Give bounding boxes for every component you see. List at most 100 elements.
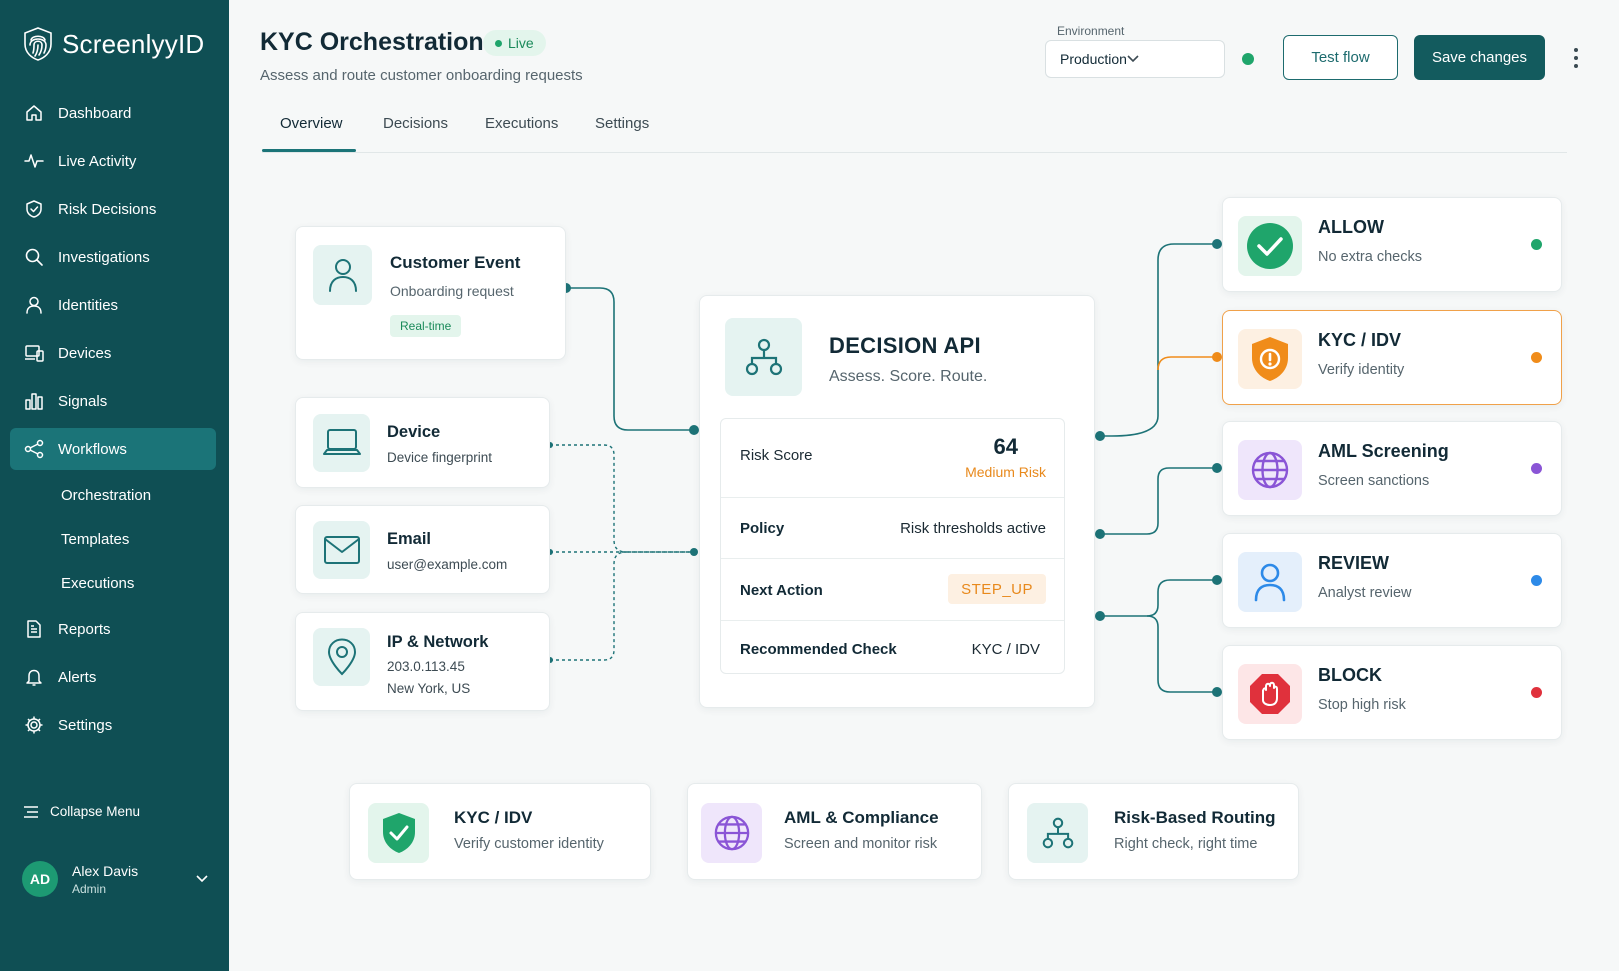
outcome-block-card[interactable]: BLOCK Stop high risk <box>1222 645 1562 740</box>
connector-port <box>1212 463 1222 473</box>
card-title: Customer Event <box>390 253 521 272</box>
risk-level: Medium Risk <box>965 464 1046 480</box>
sidebar-item-investigations[interactable]: Investigations <box>10 236 216 278</box>
sidebar-item-identities[interactable]: Identities <box>10 284 216 326</box>
card-title: Email <box>387 530 432 548</box>
outcome-status-dot <box>1531 239 1542 250</box>
signals-icon <box>24 391 44 411</box>
outcome-title: REVIEW <box>1318 553 1390 573</box>
sidebar: ScreenlyyID Dashboard Live Activity Risk… <box>0 0 229 971</box>
decision-api-card[interactable]: DECISION API Assess. Score. Route. Risk … <box>699 295 1095 708</box>
sidebar-item-risk-decisions[interactable]: Risk Decisions <box>10 188 216 230</box>
app-name: ScreenlyyID <box>62 28 205 59</box>
outcome-subtitle: Screen sanctions <box>1318 473 1430 489</box>
input-ip-network-card[interactable]: IP & Network 203.0.113.45 New York, US <box>295 612 550 711</box>
shield-icon <box>24 199 44 219</box>
outcome-subtitle: Verify identity <box>1318 362 1405 378</box>
recommended-check-value: KYC / IDV <box>971 641 1040 658</box>
user-profile-menu[interactable]: AD Alex Davis Admin <box>22 856 208 902</box>
sidebar-nav: Dashboard Live Activity Risk Decisions I… <box>10 92 216 752</box>
outcome-status-dot <box>1531 352 1542 363</box>
feature-aml-compliance-card[interactable]: AML & Compliance Screen and monitor risk <box>687 783 982 880</box>
connector-port <box>1095 529 1105 539</box>
connector-port <box>1212 239 1222 249</box>
connector-port <box>1095 431 1105 441</box>
sidebar-item-label: Identities <box>58 296 119 314</box>
feature-risk-routing-card[interactable]: Risk-Based Routing Right check, right ti… <box>1008 783 1299 880</box>
sidebar-item-label: Signals <box>58 392 108 410</box>
input-device-card[interactable]: Device Device fingerprint <box>295 397 550 488</box>
connector-kyc <box>1157 356 1217 371</box>
card-subtitle: Device fingerprint <box>387 450 493 465</box>
shield-alert-icon <box>1238 329 1302 389</box>
outcome-subtitle: Analyst review <box>1318 585 1412 601</box>
feature-title: KYC / IDV <box>454 808 533 827</box>
fingerprint-logo-icon <box>22 26 54 62</box>
user-icon <box>313 245 372 305</box>
sidebar-subitem-templates[interactable]: Templates <box>10 520 216 558</box>
recommended-check-label: Recommended Check <box>740 641 897 658</box>
outcome-review-card[interactable]: REVIEW Analyst review <box>1222 533 1562 628</box>
card-title: IP & Network <box>387 633 489 651</box>
stop-hand-icon <box>1238 664 1302 724</box>
outcome-aml-screening-card[interactable]: AML Screening Screen sanctions <box>1222 421 1562 516</box>
sidebar-item-label: Reports <box>58 620 111 638</box>
risk-score-value: 64 <box>993 434 1018 459</box>
outcome-kyc-idv-card[interactable]: KYC / IDV Verify identity <box>1222 310 1562 405</box>
outcome-subtitle: No extra checks <box>1318 249 1422 265</box>
connector-ip <box>550 551 627 661</box>
ip-address: 203.0.113.45 <box>387 659 465 674</box>
input-customer-event-card[interactable]: Customer Event Onboarding request Real-t… <box>295 226 566 360</box>
sidebar-item-label: Risk Decisions <box>58 200 157 218</box>
sidebar-item-settings[interactable]: Settings <box>10 704 216 746</box>
sidebar-item-label: Settings <box>58 716 113 734</box>
connector-block <box>1146 615 1217 693</box>
next-action-badge: STEP_UP <box>948 574 1046 604</box>
gear-icon <box>24 715 44 735</box>
connector-aml <box>1100 467 1217 535</box>
sidebar-item-label: Orchestration <box>61 486 152 504</box>
menu-lines-icon <box>24 805 38 818</box>
shield-check-icon <box>368 803 429 863</box>
realtime-badge: Real-time <box>390 315 462 337</box>
table-row: Policy Risk thresholds active <box>721 498 1064 559</box>
sidebar-item-dashboard[interactable]: Dashboard <box>10 92 216 134</box>
sidebar-item-label: Dashboard <box>58 104 132 122</box>
envelope-icon <box>313 521 370 579</box>
sidebar-subitem-orchestration[interactable]: Orchestration <box>10 476 216 514</box>
user-icon <box>24 295 44 315</box>
table-row: Risk Score 64 Medium Risk <box>721 419 1064 498</box>
globe-icon <box>1238 440 1302 500</box>
bell-icon <box>24 667 44 687</box>
sidebar-item-devices[interactable]: Devices <box>10 332 216 374</box>
sidebar-item-reports[interactable]: Reports <box>10 608 216 650</box>
decision-title: DECISION API <box>829 333 981 358</box>
policy-label: Policy <box>740 520 785 537</box>
sidebar-item-alerts[interactable]: Alerts <box>10 656 216 698</box>
home-icon <box>24 103 44 123</box>
input-email-card[interactable]: Email user@example.com <box>295 505 550 594</box>
sidebar-item-workflows[interactable]: Workflows <box>10 428 216 470</box>
hierarchy-icon <box>1027 803 1088 863</box>
connector-review <box>1100 579 1217 617</box>
collapse-menu-label: Collapse Menu <box>50 804 141 819</box>
feature-title: AML & Compliance <box>784 808 939 827</box>
globe-icon <box>701 803 762 863</box>
app-logo[interactable]: ScreenlyyID <box>22 26 204 62</box>
hierarchy-icon <box>725 318 802 396</box>
outcome-status-dot <box>1531 463 1542 474</box>
sidebar-item-signals[interactable]: Signals <box>10 380 216 422</box>
feature-kyc-idv-card[interactable]: KYC / IDV Verify customer identity <box>349 783 651 880</box>
next-action-label: Next Action <box>740 582 823 599</box>
sidebar-item-live-activity[interactable]: Live Activity <box>10 140 216 182</box>
connector-customer-event <box>566 287 694 431</box>
devices-icon <box>24 343 44 363</box>
feature-subtitle: Screen and monitor risk <box>784 836 938 852</box>
sidebar-item-label: Templates <box>61 530 130 548</box>
feature-title: Risk-Based Routing <box>1114 808 1276 827</box>
table-row: Next Action STEP_UP <box>721 559 1064 621</box>
ip-location: New York, US <box>387 681 471 696</box>
outcome-allow-card[interactable]: ALLOW No extra checks <box>1222 197 1562 292</box>
collapse-menu-button[interactable]: Collapse Menu <box>24 804 140 819</box>
sidebar-subitem-executions[interactable]: Executions <box>10 564 216 602</box>
